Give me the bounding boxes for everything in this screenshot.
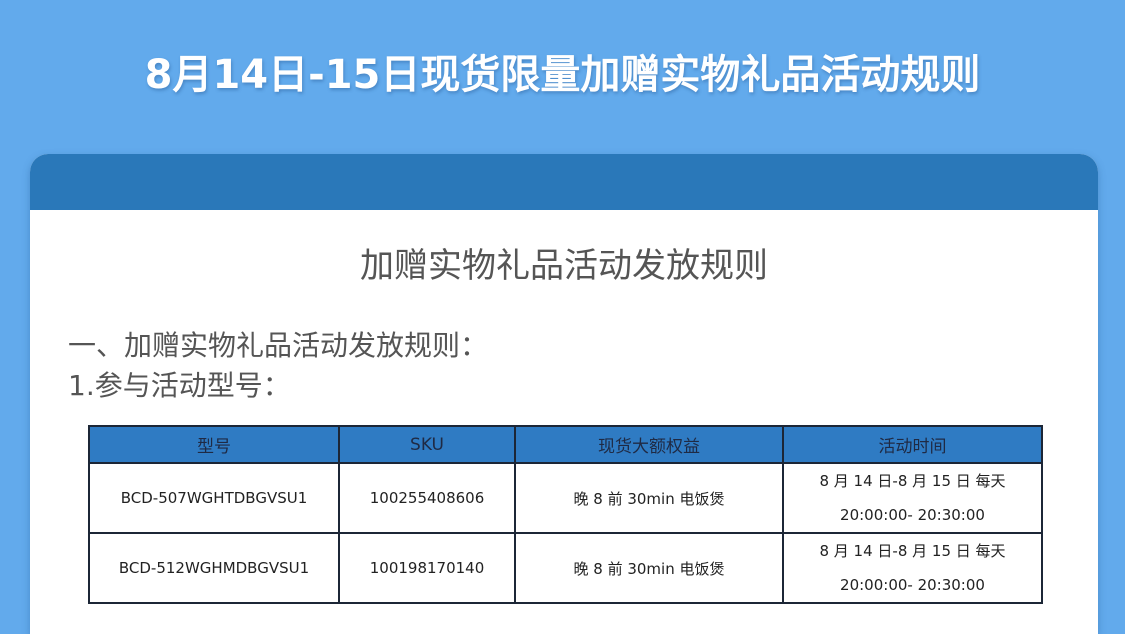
- table-header-row: 型号 SKU 现货大额权益 活动时间: [88, 425, 1043, 464]
- time-window: 20:00:00- 20:30:00: [840, 576, 985, 594]
- benefit-cell: 晚 8 前 30min 电饭煲: [514, 462, 784, 534]
- time-cell: 8 月 14 日-8 月 15 日 每天 20:00:00- 20:30:00: [782, 532, 1043, 604]
- card-title: 加赠实物礼品活动发放规则: [360, 246, 768, 286]
- card-header-bar: [30, 154, 1098, 210]
- column-header-time: 活动时间: [782, 425, 1043, 464]
- time-window: 20:00:00- 20:30:00: [840, 506, 985, 524]
- page-title: 8月14日-15日现货限量加赠实物礼品活动规则: [144, 52, 981, 98]
- time-cell: 8 月 14 日-8 月 15 日 每天 20:00:00- 20:30:00: [782, 462, 1043, 534]
- table-row: BCD-507WGHTDBGVSU1 100255408606 晚 8 前 30…: [88, 462, 1043, 534]
- model-cell: BCD-512WGHMDBGVSU1: [88, 532, 340, 604]
- rules-card: 加赠实物礼品活动发放规则 一、加赠实物礼品活动发放规则： 1.参与活动型号： 型…: [30, 154, 1098, 634]
- participating-models-table: 型号 SKU 现货大额权益 活动时间 BCD-507WGHTDBGVSU1 10…: [88, 425, 1043, 604]
- section-heading: 一、加赠实物礼品活动发放规则：: [68, 329, 489, 362]
- participating-models-heading: 1.参与活动型号：: [68, 369, 291, 402]
- column-header-model: 型号: [88, 425, 340, 464]
- column-header-sku: SKU: [338, 425, 516, 464]
- table-row: BCD-512WGHMDBGVSU1 100198170140 晚 8 前 30…: [88, 532, 1043, 604]
- time-date-range: 8 月 14 日-8 月 15 日 每天: [819, 542, 1006, 560]
- sku-cell: 100198170140: [338, 532, 516, 604]
- time-date-range: 8 月 14 日-8 月 15 日 每天: [819, 472, 1006, 490]
- column-header-benefit: 现货大额权益: [514, 425, 784, 464]
- benefit-cell: 晚 8 前 30min 电饭煲: [514, 532, 784, 604]
- model-cell: BCD-507WGHTDBGVSU1: [88, 462, 340, 534]
- sku-cell: 100255408606: [338, 462, 516, 534]
